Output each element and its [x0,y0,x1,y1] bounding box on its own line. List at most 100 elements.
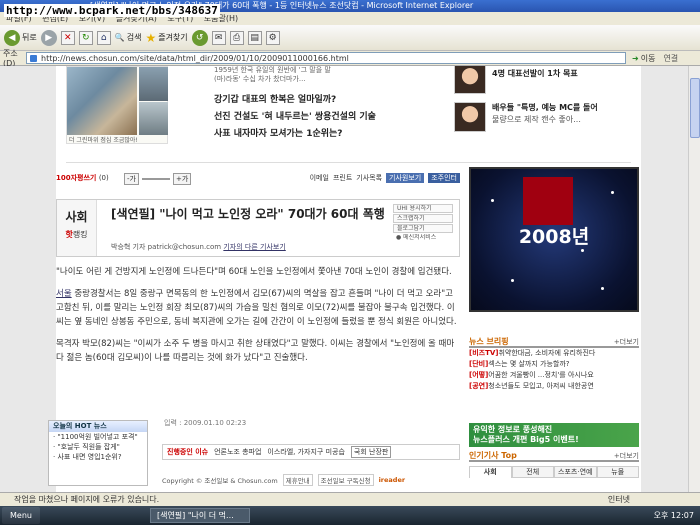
history-icon[interactable]: ↺ [191,29,208,46]
section-label: 사회 핫랭킹 [57,200,97,256]
hot-ranking[interactable]: 핫랭킹 [57,229,96,240]
reporter[interactable]: 박승혁 기자 patrick@chosun.com [111,243,221,251]
popular-tabs: 사회 전체 스포츠·연예 뉴몰 [469,466,639,478]
briefing-item[interactable]: [단비]섹스는 몇 살까지 가능할까? [469,359,639,370]
watermark-url: http://www.bcpark.net/bbs/348637 [4,4,220,17]
status-bar: 작업을 마쳤으나 페이지에 오류가 있습니다. 인터넷 [0,492,700,506]
favorites-label: 즐겨찾기 [158,33,188,42]
font-button[interactable]: 조주인터 [428,173,460,183]
side-tool[interactable]: 블로그담기 [393,224,453,233]
zoom-in-button[interactable]: +가 [172,173,192,185]
issue-link[interactable]: 이스라엘, 가자지구 미공습 [267,447,345,457]
email-button[interactable]: 이메일 [310,173,329,183]
person-photo [454,102,486,132]
footer-link[interactable]: 제휴안내 [282,474,313,486]
article-side-tools: UHI 용시하기 스크랩하기 블로그담기 ● 메신저서비스 [393,204,453,244]
comment-link[interactable]: 100자평쓰기 (0) [56,173,109,183]
tab-society[interactable]: 사회 [469,466,512,478]
browser-toolbar: ◀ 뒤로 ▶ ✕ ↻ ⌂ 🔍 검색 ★ 즐겨찾기 ↺ ✉ ⎙ ▤ ⚙ [0,25,700,51]
back-button[interactable]: ◀ 뒤로 [4,29,37,46]
refresh-icon[interactable]: ↻ [78,30,93,45]
ad-line: 유익한 정보로 풍성해진 [473,425,553,434]
side-tool[interactable]: UHI 용시하기 [393,204,453,213]
address-input[interactable]: http://news.chosun.com/site/data/html_di… [26,52,626,64]
article-tools: 100자평쓰기 (0) -가 +가 이메일 프린트 기사목록 기사원보기 조주인… [56,173,460,185]
go-arrow-icon: ➜ [632,53,639,63]
zoom-slider[interactable] [141,178,170,180]
go-button[interactable]: ➜ 이동 [632,53,655,64]
briefing-item[interactable]: [어떻]어꿈한 겨울빵이 ...정치'를 아시나요 [469,370,639,381]
edit-icon[interactable]: ▤ [247,30,262,45]
search-button[interactable]: 🔍 검색 [115,32,142,43]
news-photo-side[interactable] [139,67,168,101]
hot-news-item[interactable]: · "호날두 직원들 잡게" [49,442,147,452]
issue-link[interactable]: 국회 난장판 [350,446,392,458]
forward-button[interactable]: ▶ [40,29,57,46]
address-bar: 주소(D) http://news.chosun.com/site/data/h… [0,49,700,68]
font-zoom: -가 +가 [124,173,192,185]
byline: 박승혁 기자 patrick@chosun.com 기자의 다른 기사보기 [111,242,286,252]
print-icon[interactable]: ⎙ [229,30,244,45]
footer: Copyright © 조선일보 & Chosun.com 제휴안내 조선일보 … [162,474,460,486]
person-item[interactable]: 배우들 "특명, 예능 MC를 돌어 물량으로 제작 캔수 좋아... [454,102,639,138]
popular-header: 인기기사 Top +더보기 [469,450,639,462]
side-tool[interactable]: ● 메신저서비스 [393,234,453,243]
tab-sports[interactable]: 스포츠·연예 [554,466,597,478]
person-item[interactable]: 4명 대표선발이 1차 목표 [454,66,639,102]
taskbar-item[interactable]: [색연필] "나이 더 먹... [149,508,250,523]
photo-caption: 더 그린마위 점심 조금많아! [69,137,138,144]
scroll-thumb[interactable] [690,78,700,138]
mail-icon[interactable]: ✉ [211,30,226,45]
issue-link[interactable]: 언론노조 총파업 [214,447,261,457]
briefing-item[interactable]: [공연]청소년들도 모입고, 아저씨 내한공연 [469,381,639,392]
tab-all[interactable]: 전체 [511,466,554,478]
home-icon[interactable]: ⌂ [96,30,111,45]
scrap-button[interactable]: 기사목록 [356,173,382,183]
zoom-out-button[interactable]: -가 [124,173,139,185]
tab-newmall[interactable]: 뉴몰 [596,466,639,478]
headline-sub[interactable]: (마)라동' 수십 차가 찼더마가... [214,75,414,84]
headline-link[interactable]: 선진 건설도 '혀 내두르는' 쌍용건설의 기술 [214,109,414,126]
print-button[interactable]: 프린트 [333,173,352,183]
start-button[interactable]: Menu [2,507,40,524]
hot-news-item[interactable]: · "1100억원 빌어넣고 포격" [49,432,147,442]
section-name[interactable]: 사회 [57,208,96,225]
paragraph-text: 중랑경찰서는 8일 중랑구 면목동의 한 노인정에서 김모(67)씨의 멱살을 … [56,289,457,327]
footer-link[interactable]: 조선일보 구독신청 [317,474,374,486]
comment-count: (0) [98,174,109,182]
banner-2008[interactable]: 2008년 [469,167,639,312]
location-link[interactable]: 서울 [56,289,72,299]
stop-icon[interactable]: ✕ [60,30,75,45]
headline-list: 1959년 한국 유일의 원반에 '그 말을 말 (마)라동' 수십 차가 찼더… [214,66,414,143]
back-arrow-icon: ◀ [4,29,20,46]
vertical-scrollbar[interactable] [688,66,700,492]
paragraph: 서울 중랑경찰서는 8일 중랑구 면목동의 한 노인정에서 김모(67)씨의 멱… [56,287,460,329]
event-ad[interactable]: 유익한 정보로 풍성해진 뉴스플러스 개편 Big5 이벤트! [469,423,639,447]
person-line: 4명 대표선발이 1차 목표 [492,69,578,78]
reporter-link[interactable]: 기자의 다른 기사보기 [223,243,285,251]
ireader-button[interactable]: ireader [379,476,406,484]
photo-box: 더 그린마위 점심 조금많아! [66,66,168,144]
news-photo-side[interactable] [139,102,168,135]
briefing-text: 청소년들도 모입고, 아저씨 내한공연 [488,382,594,390]
address-label: 주소(D) [3,49,18,68]
headline-sub[interactable]: 1959년 한국 유일의 원반에 '그 말을 말 [214,66,414,75]
page-viewport: 더 그린마위 점심 조금많아! 1959년 한국 유일의 원반에 '그 말을 말… [0,66,688,492]
hot-news-item[interactable]: · 사표 내면 영입1순위? [49,452,147,462]
more-link[interactable]: +더보기 [614,337,639,347]
star-icon: ★ [145,30,157,45]
side-tool[interactable]: 스크랩하기 [393,214,453,223]
headline-link[interactable]: 사표 내자마자 모셔가는 1순위는? [214,126,414,143]
tools-icon[interactable]: ⚙ [265,30,280,45]
ad-line: 뉴스플러스 개편 Big5 이벤트! [473,435,579,444]
briefing-tag: [단비] [469,360,489,368]
links-label[interactable]: 연결 [663,53,678,64]
briefing-item[interactable]: [비즈TV]취약한대금, 소비자에 유리하진다 [469,348,639,359]
favorites-button[interactable]: ★ 즐겨찾기 [145,31,187,45]
news-photo-main[interactable] [67,67,137,135]
briefing-text: 어꿈한 겨울빵이 ...정치'를 아시나요 [488,371,594,379]
headline-link[interactable]: 강기갑 대표의 한복은 얼마일까? [214,92,414,109]
status-text: 작업을 마쳤으나 페이지에 오류가 있습니다. [14,495,160,504]
rss-button[interactable]: 기사원보기 [386,173,425,183]
more-link[interactable]: +더보기 [614,451,639,461]
